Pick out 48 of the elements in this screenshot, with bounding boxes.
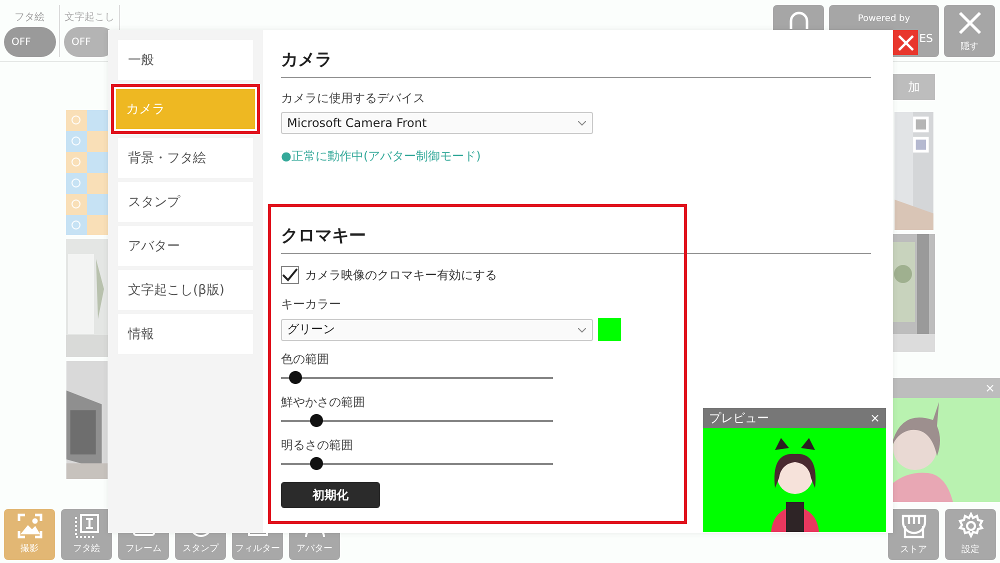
slider-thumb[interactable]: [310, 414, 323, 427]
section-title: カメラ: [281, 48, 871, 78]
nav-item[interactable]: 背景・フタ絵: [118, 138, 253, 178]
nav-item[interactable]: 情報: [118, 314, 253, 354]
close-icon: [898, 34, 914, 50]
slider[interactable]: [281, 414, 553, 427]
tool-button[interactable]: 設定: [945, 508, 996, 560]
slider[interactable]: [281, 457, 553, 470]
field-label: カメラに使用するデバイス: [281, 90, 426, 107]
nav-item[interactable]: 一般: [118, 40, 253, 80]
slider-label: 明るさの範囲: [281, 437, 354, 454]
tool-button[interactable]: ストア: [888, 508, 939, 560]
slider-thumb[interactable]: [310, 457, 323, 470]
slider-label: 鮮やかさの範囲: [281, 394, 366, 411]
slider[interactable]: [281, 371, 553, 384]
nav-item[interactable]: 文字起こし(β版): [118, 270, 253, 310]
checkbox[interactable]: [281, 266, 299, 284]
check-icon: [282, 268, 298, 282]
status-text: ●正常に動作中(アバター制御モード): [281, 148, 482, 165]
window-title: プレビュー: [709, 410, 769, 426]
section-title: クロマキー: [281, 224, 871, 254]
checkbox-label: カメラ映像のクロマキー有効にする: [305, 266, 497, 284]
nav-item[interactable]: カメラ: [116, 89, 255, 129]
tool-button[interactable]: 撮影: [4, 508, 55, 560]
add-button[interactable]: 加: [893, 74, 935, 100]
reset-button[interactable]: 初期化: [281, 482, 380, 508]
close-button[interactable]: ×: [984, 381, 995, 395]
photo-frame-icon: [16, 513, 42, 539]
caret-icon: [578, 328, 586, 332]
toggle-switch[interactable]: OFF: [4, 27, 56, 57]
hide-button[interactable]: 隠す: [944, 5, 995, 57]
shop-icon: [900, 512, 928, 540]
nav-item[interactable]: スタンプ: [118, 182, 253, 222]
color-swatch[interactable]: [598, 318, 621, 341]
close-button[interactable]: [893, 30, 918, 55]
caret-icon: [578, 121, 586, 126]
toggle-label: フタ絵: [14, 11, 44, 24]
key-color-select[interactable]: グリーン: [281, 318, 593, 340]
slider-label: 色の範囲: [281, 351, 330, 368]
field-label: キーカラー: [281, 296, 342, 313]
toggle-label: 文字起こし: [64, 10, 114, 24]
tool-button[interactable]: フタ絵: [61, 508, 112, 560]
close-icon: [956, 10, 982, 36]
slider-thumb[interactable]: [288, 371, 302, 384]
settings-icon: [956, 512, 984, 540]
close-button[interactable]: ×: [870, 411, 880, 425]
device-select[interactable]: Microsoft Camera Front: [281, 112, 593, 134]
nav-item[interactable]: アバター: [118, 226, 253, 266]
